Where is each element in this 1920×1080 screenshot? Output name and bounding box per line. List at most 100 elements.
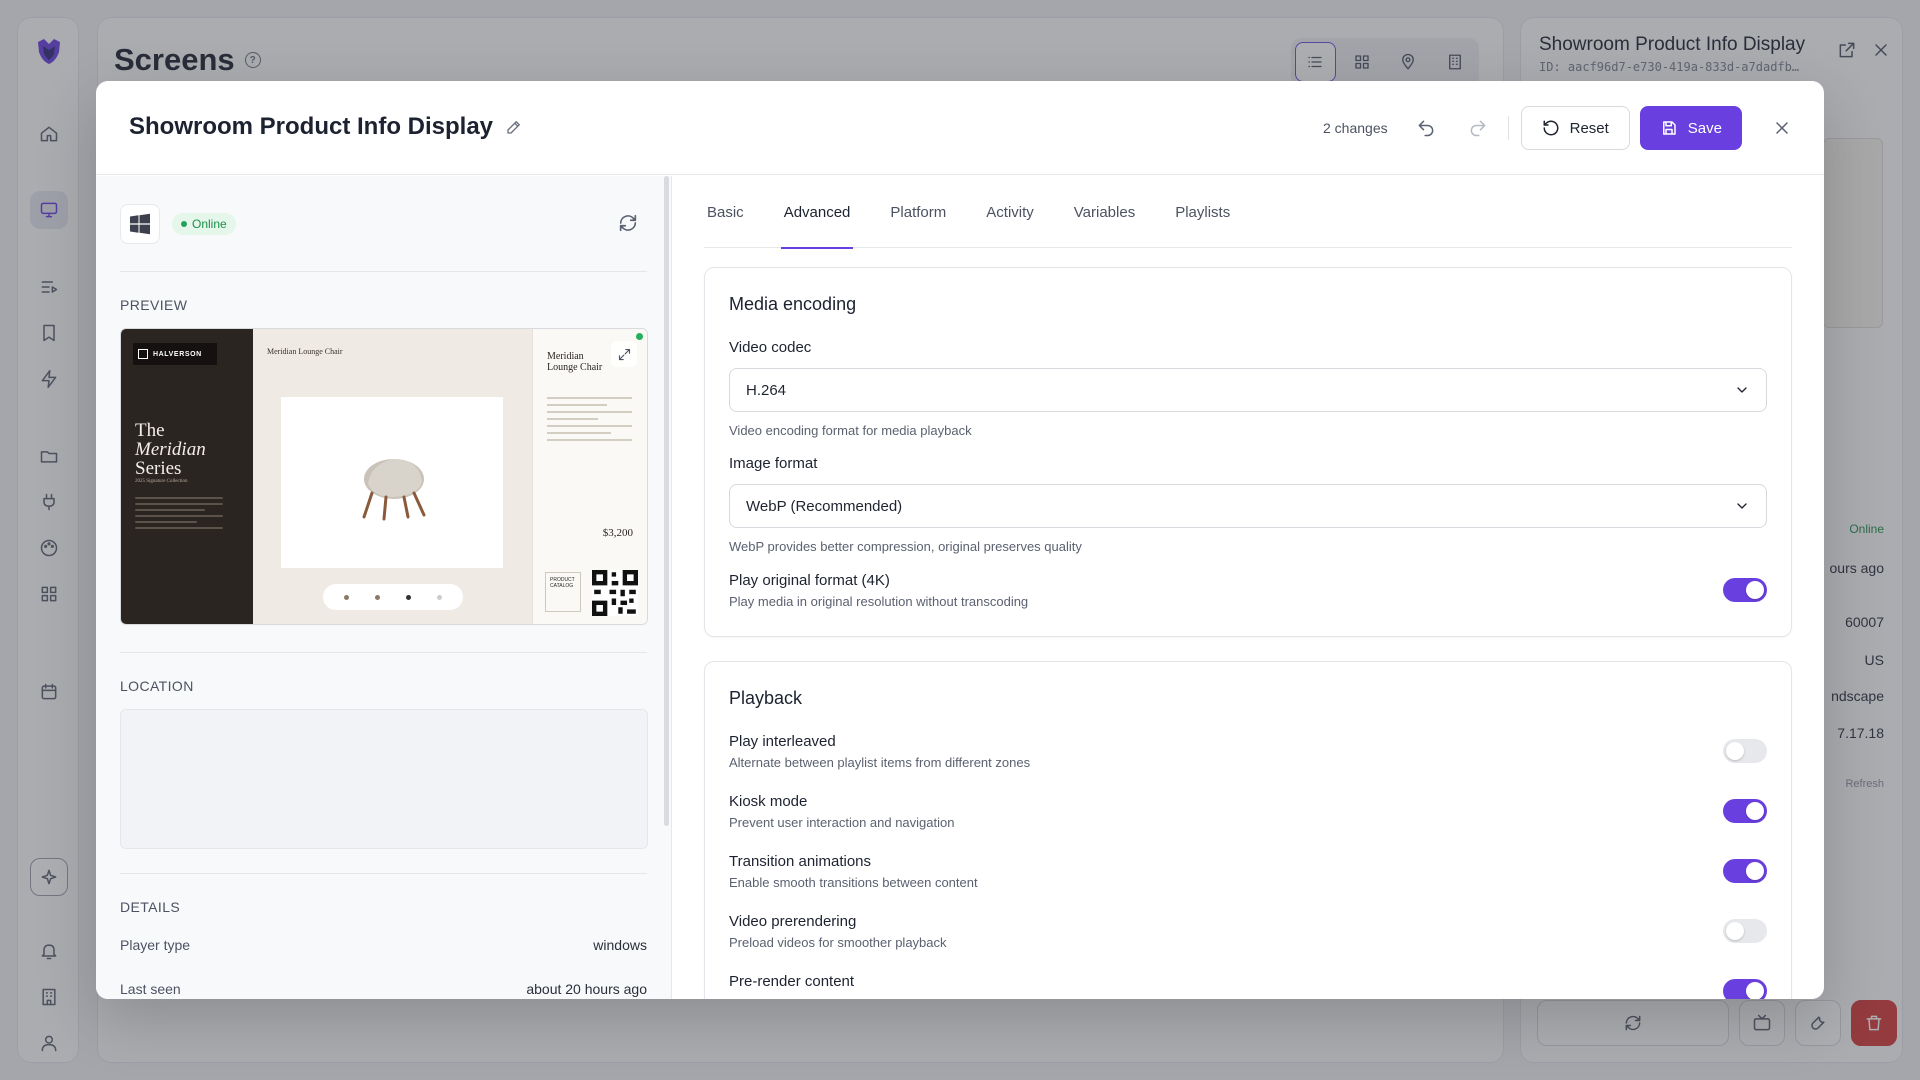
preview-spec-title: Meridian Lounge Chair (547, 351, 602, 373)
option-title: Pre-render content (729, 973, 855, 990)
close-icon[interactable] (1764, 110, 1800, 146)
option-description: Prevent user interaction and navigation (729, 815, 955, 830)
reset-icon (1543, 120, 1559, 136)
refresh-icon[interactable] (617, 212, 639, 239)
kiosk-mode-toggle[interactable] (1723, 799, 1767, 823)
image-format-value: WebP (Recommended) (746, 497, 903, 515)
preview-chair-image (281, 397, 503, 568)
save-button[interactable]: Save (1639, 106, 1742, 150)
modal-title-text: Showroom Product Info Display (129, 113, 494, 140)
tab-bar: Basic Advanced Platform Activity Variabl… (704, 176, 1792, 249)
expand-preview-icon[interactable] (611, 341, 637, 367)
modal-actions: 2 changes Reset Save (1323, 106, 1800, 150)
tab-platform[interactable]: Platform (887, 176, 949, 248)
details-section: DETAILS Player type windows Last seen ab… (120, 874, 647, 997)
modal-title: Showroom Product Info Display (129, 113, 523, 141)
option-title: Play original format (4K) (729, 572, 890, 589)
redo-icon[interactable] (1460, 110, 1496, 146)
modal-body: Online PREVIEW HALVERSON The Meridian Se… (96, 176, 1824, 999)
reset-button[interactable]: Reset (1520, 106, 1630, 150)
windows-icon (120, 203, 160, 244)
preview-spec-title-1: Meridian (547, 351, 584, 362)
left-column: Online PREVIEW HALVERSON The Meridian Se… (96, 176, 672, 999)
preview-spec-list (547, 397, 632, 446)
video-codec-value: H.264 (746, 381, 787, 399)
detail-row-player-type: Player type windows (120, 937, 647, 953)
kiosk-mode-option: Kiosk mode Prevent user interaction and … (729, 793, 1767, 839)
status-text: Online (192, 216, 227, 231)
option-description: Enable smooth transitions between conten… (729, 875, 978, 890)
preview-color-options (323, 584, 463, 610)
preview-qr-code (592, 570, 638, 616)
preview-body-lines (135, 497, 223, 533)
header-divider (1507, 116, 1509, 140)
video-prerendering-toggle[interactable] (1723, 919, 1767, 943)
edit-screen-modal: Showroom Product Info Display 2 changes … (96, 81, 1824, 999)
tab-advanced[interactable]: Advanced (780, 176, 854, 249)
playback-card: Playback Play interleaved Alternate betw… (704, 661, 1792, 999)
preview-headline-3: Series (135, 458, 182, 479)
edit-pencil-icon[interactable] (505, 118, 523, 136)
play-interleaved-toggle[interactable] (1723, 739, 1767, 763)
reset-label: Reset (1569, 119, 1609, 137)
detail-value: about 20 hours ago (526, 981, 647, 997)
tab-basic[interactable]: Basic (704, 176, 747, 248)
details-label: DETAILS (120, 899, 181, 915)
pre-render-content-toggle[interactable] (1723, 979, 1767, 999)
detail-key: Player type (120, 937, 191, 953)
option-description: Preload videos for smoother playback (729, 935, 947, 950)
preview-headline-1: The (135, 420, 165, 441)
transition-animations-toggle[interactable] (1723, 859, 1767, 883)
changes-count: 2 changes (1323, 120, 1388, 136)
preview-catalog: PRODUCT CATALOG (545, 572, 581, 612)
option-title: Play interleaved (729, 733, 836, 750)
status-badge: Online (172, 212, 236, 235)
option-description: Play media in original resolution withou… (729, 594, 1029, 609)
undo-icon[interactable] (1408, 110, 1444, 146)
right-column: Basic Advanced Platform Activity Variabl… (672, 176, 1824, 999)
location-map[interactable] (120, 709, 648, 849)
left-scrollbar[interactable] (664, 176, 669, 826)
preview-live-indicator (636, 333, 643, 340)
save-icon (1662, 121, 1676, 135)
video-prerendering-option: Video prerendering Preload videos for sm… (729, 913, 1767, 959)
image-format-hint: WebP provides better compression, origin… (729, 539, 1082, 554)
detail-key: Last seen (120, 981, 181, 997)
play-original-toggle[interactable] (1723, 578, 1767, 602)
option-title: Video prerendering (729, 913, 857, 930)
transition-animations-option: Transition animations Enable smooth tran… (729, 853, 1767, 899)
video-codec-label: Video codec (729, 339, 812, 356)
image-format-select[interactable]: WebP (Recommended) (729, 484, 1767, 528)
video-codec-hint: Video encoding format for media playback (729, 423, 972, 438)
chair-illustration (362, 458, 426, 520)
preview-image[interactable]: HALVERSON The Meridian Series 2025 Signa… (120, 328, 648, 625)
preview-catalog-text: PRODUCT CATALOG (550, 577, 575, 589)
option-title: Transition animations (729, 853, 872, 870)
preview-brand-text: HALVERSON (153, 350, 202, 358)
preview-price: $3,200 (602, 527, 633, 539)
preview-spec-panel: Meridian Lounge Chair $3,200 PRODUCT CAT… (532, 329, 647, 624)
detail-value: windows (593, 937, 647, 953)
preview-product-panel: Meridian Lounge Chair (253, 329, 532, 624)
pre-render-content-option: Pre-render content (729, 973, 1767, 999)
tab-activity[interactable]: Activity (983, 176, 1037, 248)
modal-header: Showroom Product Info Display 2 changes … (96, 81, 1824, 175)
chevron-down-icon (1737, 387, 1747, 393)
video-codec-select[interactable]: H.264 (729, 368, 1767, 412)
tab-variables[interactable]: Variables (1071, 176, 1138, 248)
preview-chair-name: Meridian Lounge Chair (267, 347, 343, 356)
preview-label: PREVIEW (120, 297, 188, 313)
chevron-down-icon (1737, 503, 1747, 509)
preview-subtitle: 2025 Signature Collection (135, 479, 188, 484)
location-section: LOCATION (120, 653, 648, 873)
option-title: Kiosk mode (729, 793, 808, 810)
tab-playlists[interactable]: Playlists (1172, 176, 1233, 248)
image-format-label: Image format (729, 455, 818, 472)
preview-section: PREVIEW HALVERSON The Meridian Series 20… (120, 272, 648, 652)
play-original-option: Play original format (4K) Play media in … (729, 572, 1767, 618)
preview-headline: The Meridian Series (135, 421, 206, 478)
playback-title: Playback (729, 688, 803, 708)
detail-row-last-seen: Last seen about 20 hours ago (120, 981, 647, 997)
media-encoding-card: Media encoding Video codec H.264 Video e… (704, 267, 1792, 637)
preview-spec-title-2: Lounge Chair (547, 362, 603, 373)
